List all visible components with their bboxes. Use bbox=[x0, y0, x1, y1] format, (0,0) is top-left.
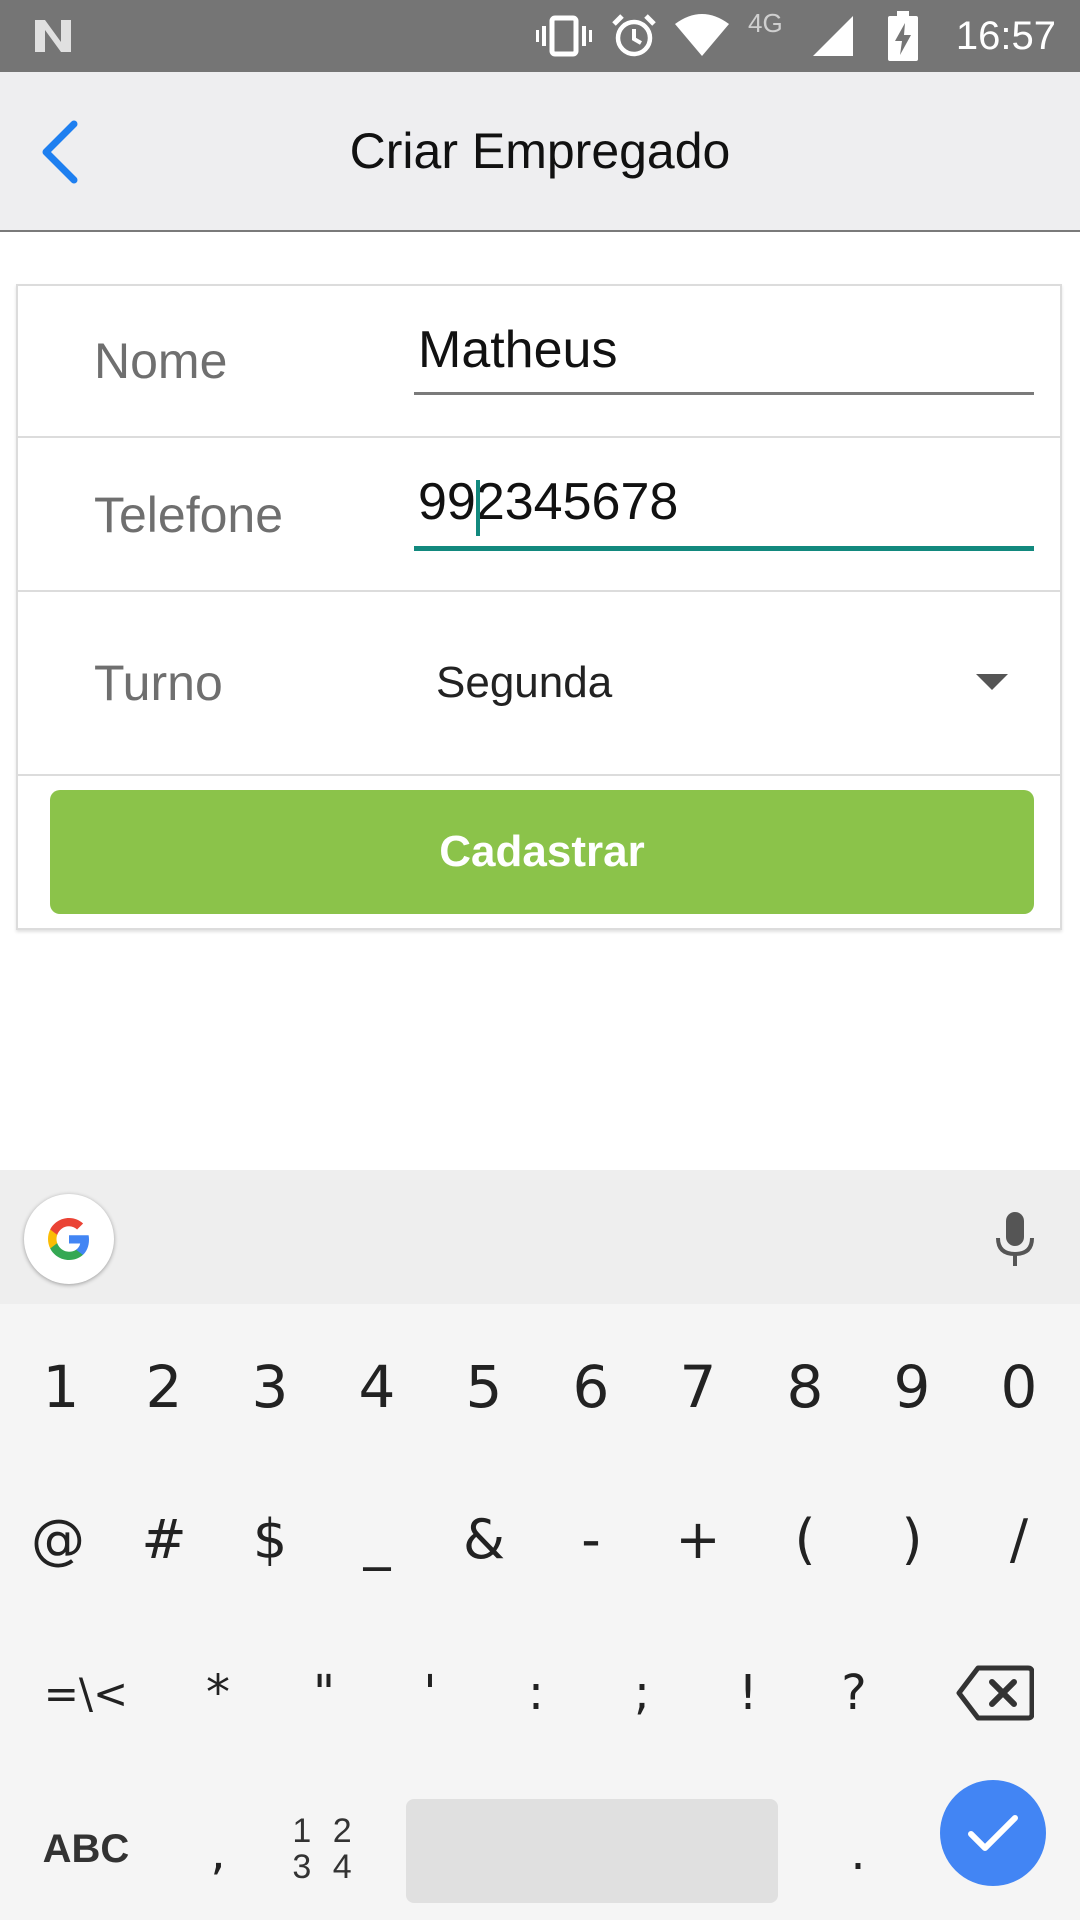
enter-key[interactable] bbox=[940, 1780, 1046, 1886]
turno-label: Turno bbox=[94, 655, 223, 711]
key-close-paren[interactable]: ) bbox=[862, 1464, 962, 1614]
key-4[interactable]: 4 bbox=[327, 1312, 427, 1462]
key-colon[interactable]: : bbox=[486, 1618, 586, 1768]
turno-select[interactable]: Segunda bbox=[436, 658, 612, 708]
key-comma[interactable]: , bbox=[168, 1778, 268, 1928]
key-minus[interactable]: - bbox=[541, 1464, 641, 1614]
key-3[interactable]: 3 bbox=[220, 1312, 320, 1462]
backspace-icon bbox=[956, 1665, 1034, 1721]
key-period[interactable]: . bbox=[808, 1778, 908, 1928]
telefone-underline bbox=[414, 546, 1034, 551]
text-caret bbox=[476, 480, 480, 536]
battery-charging-icon bbox=[886, 0, 920, 72]
form-row-nome: Nome bbox=[18, 286, 1060, 438]
app-bar: Criar Empregado bbox=[0, 72, 1080, 232]
key-ampersand[interactable]: & bbox=[434, 1464, 534, 1614]
telefone-field[interactable] bbox=[414, 472, 1034, 551]
cadastrar-button[interactable]: Cadastrar bbox=[50, 790, 1034, 914]
abc-key[interactable]: ABC bbox=[36, 1774, 136, 1924]
dropdown-arrow-icon[interactable] bbox=[976, 674, 1008, 690]
nome-input[interactable] bbox=[414, 320, 1034, 380]
key-single-quote[interactable]: ' bbox=[380, 1618, 480, 1768]
key-8[interactable]: 8 bbox=[755, 1312, 855, 1462]
keyboard-toolbar bbox=[0, 1170, 1080, 1304]
page-title: Criar Empregado bbox=[349, 123, 731, 179]
space-key[interactable] bbox=[406, 1799, 778, 1903]
check-icon bbox=[968, 1815, 1018, 1851]
form-row-telefone: Telefone bbox=[18, 438, 1060, 592]
key-exclamation[interactable]: ! bbox=[698, 1618, 798, 1768]
key-open-paren[interactable]: ( bbox=[755, 1464, 855, 1614]
clock: 16:57 bbox=[955, 14, 1056, 58]
key-slash[interactable]: / bbox=[969, 1464, 1069, 1614]
key-hash[interactable]: # bbox=[114, 1464, 214, 1614]
key-5[interactable]: 5 bbox=[434, 1312, 534, 1462]
alarm-icon bbox=[606, 0, 662, 72]
vibrate-icon bbox=[534, 0, 594, 72]
key-dollar[interactable]: $ bbox=[220, 1464, 320, 1614]
status-bar: 4G 16:57 bbox=[0, 0, 1080, 72]
key-6[interactable]: 6 bbox=[541, 1312, 641, 1462]
key-0[interactable]: 0 bbox=[969, 1312, 1069, 1462]
numpad-label-bottom: 3 4 bbox=[292, 1848, 358, 1886]
key-at[interactable]: @ bbox=[8, 1464, 108, 1614]
key-7[interactable]: 7 bbox=[648, 1312, 748, 1462]
key-9[interactable]: 9 bbox=[862, 1312, 962, 1462]
key-1[interactable]: 1 bbox=[11, 1312, 111, 1462]
key-plus[interactable]: + bbox=[648, 1464, 748, 1614]
numpad-label-top: 1 2 bbox=[292, 1812, 358, 1850]
backspace-key[interactable] bbox=[942, 1618, 1048, 1768]
key-2[interactable]: 2 bbox=[114, 1312, 214, 1462]
signal-icon bbox=[810, 0, 856, 72]
google-g-icon bbox=[48, 1218, 89, 1260]
nome-field[interactable] bbox=[414, 320, 1034, 395]
key-asterisk[interactable]: * bbox=[168, 1618, 268, 1768]
telefone-label: Telefone bbox=[94, 487, 284, 543]
key-question[interactable]: ? bbox=[804, 1618, 904, 1768]
telefone-input[interactable] bbox=[414, 472, 1034, 532]
key-underscore[interactable]: _ bbox=[327, 1464, 427, 1614]
nome-label: Nome bbox=[94, 333, 228, 389]
mic-icon[interactable] bbox=[990, 1210, 1040, 1270]
key-semicolon[interactable]: ; bbox=[592, 1618, 692, 1768]
network-type-label: 4G bbox=[748, 8, 783, 38]
numpad-key[interactable]: 1 2 3 4 bbox=[270, 1774, 380, 1924]
keyboard: 1 2 3 4 5 6 7 8 9 0 @ # $ _ & - + ( ) / … bbox=[0, 1304, 1080, 1920]
n-logo-icon bbox=[28, 0, 78, 72]
key-more-symbols[interactable]: =\< bbox=[26, 1618, 146, 1768]
employee-form-card: Nome Telefone Turno Segunda Cadastrar bbox=[16, 284, 1062, 930]
wifi-icon bbox=[672, 0, 732, 72]
nome-underline bbox=[414, 392, 1034, 395]
key-double-quote[interactable]: " bbox=[274, 1618, 374, 1768]
google-search-button[interactable] bbox=[24, 1194, 114, 1284]
form-row-turno: Turno Segunda bbox=[18, 592, 1060, 776]
